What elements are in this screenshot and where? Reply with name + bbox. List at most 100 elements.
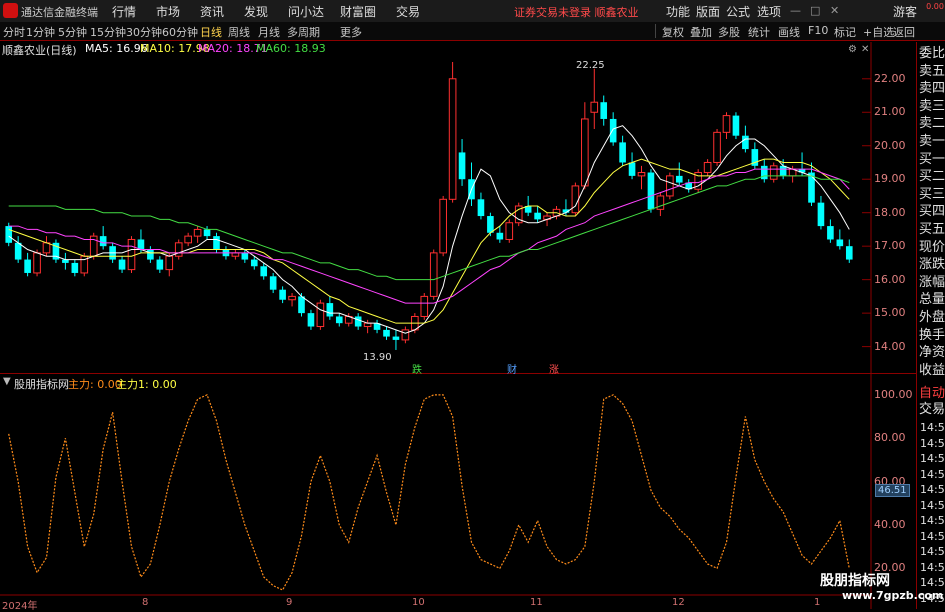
candle-body[interactable] — [581, 118, 589, 187]
period-tab-6[interactable]: 日线 — [200, 24, 222, 40]
quote-field-2[interactable]: 卖四 — [919, 81, 945, 96]
candle-body[interactable] — [628, 162, 636, 176]
candle-body[interactable] — [571, 185, 580, 214]
candle-body[interactable] — [71, 262, 79, 273]
candle-body[interactable] — [269, 276, 277, 290]
candle-body[interactable] — [24, 259, 31, 273]
candle-body[interactable] — [439, 198, 447, 254]
toolbar-button-7[interactable]: +自选 — [863, 24, 894, 40]
toolbar-button-6[interactable]: 标记 — [834, 24, 856, 40]
quote-field-8[interactable]: 买三 — [919, 187, 945, 202]
maximize-icon[interactable]: □ — [810, 4, 820, 17]
candle-body[interactable] — [5, 226, 13, 243]
quote-field-9[interactable]: 买四 — [919, 204, 945, 219]
menu-formula[interactable]: 公式 — [726, 3, 750, 20]
menu-wealth-circle[interactable]: 财富圈 — [340, 3, 376, 20]
trade-link[interactable]: 交易 — [919, 402, 945, 417]
candle-body[interactable] — [429, 252, 438, 297]
candle-body[interactable] — [742, 135, 749, 150]
menu-function[interactable]: 功能 — [666, 3, 690, 20]
menu-discover[interactable]: 发现 — [244, 3, 268, 20]
period-tab-5[interactable]: 60分钟 — [162, 24, 198, 40]
candle-body[interactable] — [260, 266, 268, 277]
candle-body[interactable] — [156, 259, 164, 270]
candle-body[interactable] — [316, 302, 325, 328]
kline-chart[interactable] — [0, 42, 916, 609]
quote-field-13[interactable]: 涨幅 — [919, 275, 945, 290]
candle-body[interactable] — [534, 212, 541, 220]
candle-body[interactable] — [845, 246, 853, 260]
toolbar-button-4[interactable]: 画线 — [778, 24, 800, 40]
event-mark-drop[interactable]: 跌 — [412, 361, 422, 376]
quote-field-10[interactable]: 买五 — [919, 222, 945, 237]
candle-body[interactable] — [779, 165, 787, 176]
event-mark-finance[interactable]: 财 — [507, 361, 517, 376]
toolbar-button-5[interactable]: F10 — [808, 24, 828, 37]
period-tab-3[interactable]: 15分钟 — [90, 24, 126, 40]
menu-layout[interactable]: 版面 — [696, 3, 720, 20]
candle-body[interactable] — [401, 329, 410, 341]
candle-body[interactable] — [448, 78, 457, 200]
quote-field-0[interactable]: 委比 — [919, 46, 945, 61]
candle-body[interactable] — [118, 259, 126, 270]
quote-field-4[interactable]: 卖二 — [919, 116, 945, 131]
auto-toggle[interactable]: 自动 — [919, 386, 945, 401]
candle-body[interactable] — [62, 259, 69, 263]
quote-field-17[interactable]: 净资 — [919, 345, 945, 360]
period-tab-1[interactable]: 1分钟 — [26, 24, 55, 40]
candle-body[interactable] — [193, 228, 202, 237]
quote-field-11[interactable]: 现价 — [919, 240, 945, 255]
minimize-icon[interactable]: — — [790, 4, 801, 17]
candle-body[interactable] — [609, 118, 617, 143]
period-tab-0[interactable]: 分时 — [3, 24, 25, 40]
candle-body[interactable] — [363, 322, 372, 328]
event-mark-rise[interactable]: 涨 — [549, 361, 559, 376]
candle-body[interactable] — [619, 142, 626, 163]
quote-field-15[interactable]: 外盘 — [919, 310, 945, 325]
candle-body[interactable] — [298, 296, 305, 314]
candle-body[interactable] — [505, 222, 514, 240]
candle-body[interactable] — [279, 289, 286, 300]
candle-body[interactable] — [147, 249, 154, 260]
candle-body[interactable] — [732, 115, 740, 136]
period-tab-7[interactable]: 周线 — [228, 24, 250, 40]
quote-field-1[interactable]: 卖五 — [919, 64, 945, 79]
quote-field-6[interactable]: 买一 — [919, 152, 945, 167]
candle-body[interactable] — [666, 175, 674, 197]
candle-body[interactable] — [250, 259, 258, 267]
toolbar-button-0[interactable]: 复权 — [662, 24, 684, 40]
close-icon[interactable]: ✕ — [830, 4, 839, 17]
candle-body[interactable] — [99, 236, 107, 247]
quote-field-3[interactable]: 卖三 — [919, 99, 945, 114]
menu-quotes[interactable]: 行情 — [112, 3, 136, 20]
candle-body[interactable] — [33, 252, 41, 274]
period-tab-9[interactable]: 多周期 — [287, 24, 320, 40]
candle-body[interactable] — [354, 316, 362, 327]
candle-body[interactable] — [590, 101, 599, 113]
candle-body[interactable] — [231, 252, 240, 257]
quote-field-18[interactable]: 收益 — [919, 363, 945, 378]
candle-body[interactable] — [213, 236, 220, 250]
quote-field-7[interactable]: 买二 — [919, 169, 945, 184]
candle-body[interactable] — [420, 295, 429, 317]
candle-body[interactable] — [675, 175, 683, 183]
menu-market[interactable]: 市场 — [156, 3, 180, 20]
candle-body[interactable] — [165, 255, 174, 271]
candle-body[interactable] — [137, 239, 145, 250]
period-tab-2[interactable]: 5分钟 — [58, 24, 87, 40]
candle-body[interactable] — [600, 102, 608, 119]
candle-body[interactable] — [392, 336, 400, 340]
menu-trade[interactable]: 交易 — [396, 3, 420, 20]
candle-body[interactable] — [836, 239, 844, 247]
candle-body[interactable] — [496, 232, 504, 240]
candle-body[interactable] — [477, 199, 485, 217]
period-tab-8[interactable]: 月线 — [258, 24, 280, 40]
candle-body[interactable] — [14, 242, 22, 260]
candle-body[interactable] — [713, 131, 721, 163]
period-tab-10[interactable]: 更多 — [340, 24, 362, 40]
candle-body[interactable] — [817, 202, 825, 227]
candle-body[interactable] — [458, 152, 466, 180]
menu-ask-xiaoda[interactable]: 问小达 — [288, 3, 324, 20]
toolbar-button-1[interactable]: 叠加 — [690, 24, 712, 40]
candle-body[interactable] — [703, 161, 712, 174]
